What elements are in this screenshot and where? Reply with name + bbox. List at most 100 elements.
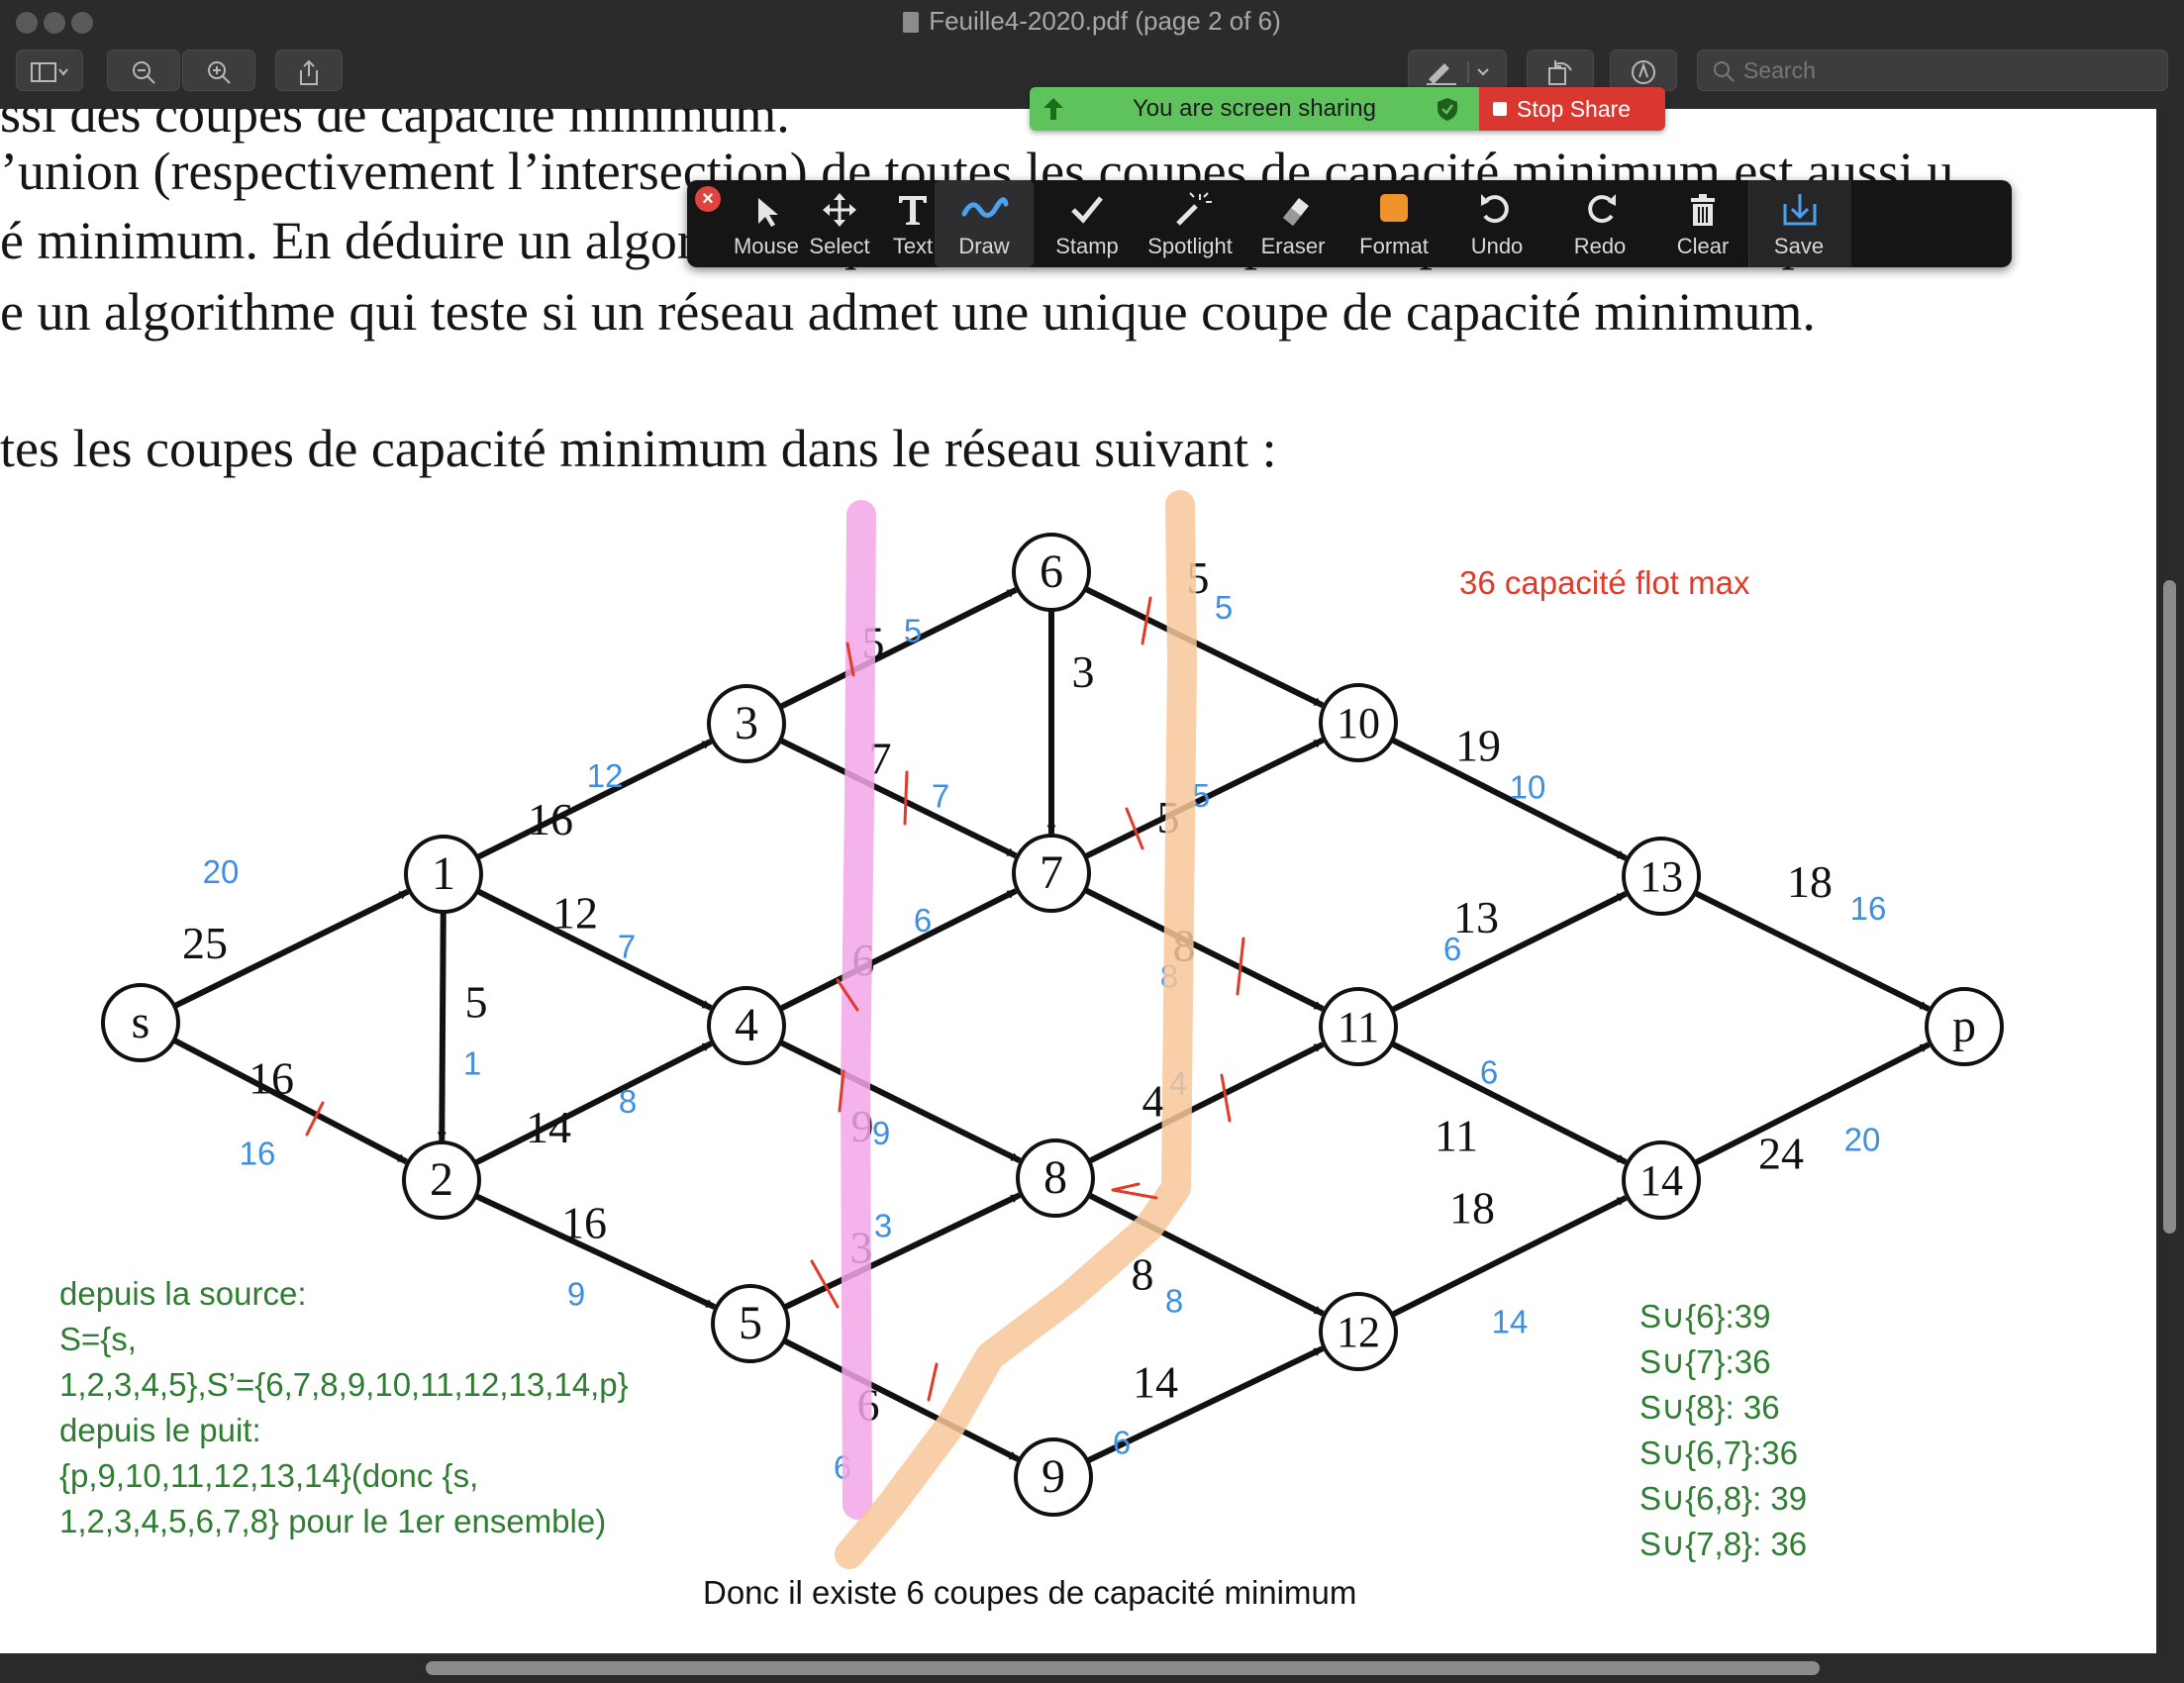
edge-flow-label: 9 xyxy=(872,1115,890,1151)
checkmark-icon xyxy=(1071,196,1103,224)
share-button[interactable] xyxy=(275,50,343,91)
edge-5-8 xyxy=(783,1192,1022,1311)
saturated-edge-mark xyxy=(903,770,909,826)
saturated-edge-mark xyxy=(1111,1188,1158,1200)
tool-format-label: Format xyxy=(1359,234,1429,258)
edge-1-2 xyxy=(437,911,447,1141)
magic-wand-icon xyxy=(1176,192,1212,226)
edge-14-p xyxy=(1693,1041,1931,1166)
stop-share-button[interactable]: Stop Share xyxy=(1479,87,1665,131)
source-note-4: depuis le puit: xyxy=(59,1412,261,1448)
rotate-icon xyxy=(1548,60,1572,86)
edge-capacity-label: 16 xyxy=(528,794,573,844)
close-annotation-button[interactable]: × xyxy=(695,186,721,212)
edge-11-13 xyxy=(1390,891,1628,1013)
edge-13-p xyxy=(1693,890,1931,1012)
tool-stamp[interactable]: Stamp xyxy=(1038,180,1137,267)
edge-capacity-label: 12 xyxy=(552,888,598,939)
zoom-out-icon xyxy=(133,61,155,84)
saturated-edge-mark xyxy=(1111,1182,1141,1192)
source-note-1: depuis la source: xyxy=(59,1275,307,1312)
edge-flow-label: 14 xyxy=(1492,1304,1529,1340)
horizontal-scroll-thumb[interactable] xyxy=(426,1661,1820,1675)
node-label: 1 xyxy=(432,847,455,900)
edge-flow-label: 3 xyxy=(874,1208,892,1244)
annotation-toolbar: Mouse Select Text Draw Stamp Spotlight E… xyxy=(687,180,2012,267)
edge-flow-label: 6 xyxy=(1443,931,1461,967)
node-label: 12 xyxy=(1337,1308,1380,1356)
tool-clear[interactable]: Clear xyxy=(1653,180,1752,267)
edge-flow-label: 10 xyxy=(1510,769,1546,806)
sidebar-toggle-button[interactable] xyxy=(16,50,83,91)
rotate-button[interactable] xyxy=(1527,50,1594,91)
zoom-in-icon xyxy=(208,61,231,84)
edge-flow-label: 8 xyxy=(1165,1283,1183,1320)
node-label: 7 xyxy=(1040,846,1063,899)
edge-flow-label: 6 xyxy=(1480,1054,1498,1091)
redo-icon xyxy=(1588,194,1616,224)
source-note-5: {p,9,10,11,12,13,14}(donc {s, xyxy=(59,1457,479,1494)
tool-redo-label: Redo xyxy=(1573,234,1627,258)
edge-capacity-label: 14 xyxy=(1133,1357,1178,1408)
edge-flow-label: 20 xyxy=(1844,1122,1881,1158)
source-note-3: 1,2,3,4,5},S’={6,7,8,9,10,11,12,13,14,p} xyxy=(59,1366,629,1403)
cut-line-4: S∪{6,7}:36 xyxy=(1639,1435,1798,1471)
edge-4-7 xyxy=(778,888,1018,1012)
tool-spotlight[interactable]: Spotlight xyxy=(1141,180,1240,267)
undo-icon xyxy=(1481,194,1509,224)
node-label: 10 xyxy=(1337,699,1380,747)
markup-button[interactable] xyxy=(1408,50,1507,91)
edge-3-6 xyxy=(778,587,1018,710)
squiggle-icon xyxy=(961,197,1009,218)
tool-format[interactable]: Format xyxy=(1344,180,1443,267)
edge-flow-label: 9 xyxy=(567,1276,585,1313)
edge-capacity-label: 24 xyxy=(1758,1129,1804,1179)
edge-flow-label: 5 xyxy=(1215,589,1233,626)
source-note-2: S={s, xyxy=(59,1321,137,1357)
tool-undo[interactable]: Undo xyxy=(1447,180,1546,267)
edge-capacity-label: 16 xyxy=(561,1198,607,1248)
edge-capacity-label: 4 xyxy=(1142,1076,1165,1127)
zoom-in-button[interactable] xyxy=(182,50,255,91)
annotate-button[interactable] xyxy=(1610,50,1677,91)
share-icon xyxy=(300,59,318,86)
vertical-scrollbar[interactable] xyxy=(2156,109,2184,1653)
node-label: 4 xyxy=(735,999,758,1051)
tool-draw[interactable]: Draw xyxy=(935,180,1034,267)
edge-4-8 xyxy=(778,1040,1022,1163)
tool-redo[interactable]: Redo xyxy=(1550,180,1649,267)
save-download-icon xyxy=(1783,194,1817,226)
pdf-page: ssi des coupes de capacité minimum. ’uni… xyxy=(0,109,2156,1653)
tool-spotlight-label: Spotlight xyxy=(1147,234,1233,258)
node-label: 5 xyxy=(739,1297,762,1349)
edge-flow-label: 12 xyxy=(587,757,624,794)
cut-line-5: S∪{6,8}: 39 xyxy=(1639,1480,1808,1517)
vertical-scroll-thumb[interactable] xyxy=(2163,580,2176,1234)
screen-share-indicator: You are screen sharing Stop Share xyxy=(1030,87,1665,131)
edge-capacity-label: 16 xyxy=(248,1053,294,1104)
edge-12-14 xyxy=(1390,1195,1628,1318)
source-note-6: 1,2,3,4,5,6,7,8} pour le 1er ensemble) xyxy=(59,1503,607,1539)
edge-flow-label: 16 xyxy=(240,1136,276,1172)
edge-7-11 xyxy=(1083,887,1325,1012)
stop-square-icon xyxy=(1493,102,1507,116)
edge-flow-label: 7 xyxy=(618,929,636,965)
search-placeholder: Search xyxy=(1743,57,1816,83)
tool-eraser[interactable]: Eraser xyxy=(1243,180,1342,267)
window-title: Feuille4-2020.pdf (page 2 of 6) xyxy=(0,6,2184,37)
saturated-edge-mark xyxy=(1220,1073,1232,1123)
pen-icon xyxy=(1427,61,1489,86)
cut-line-1: S∪{6}:39 xyxy=(1639,1298,1771,1335)
pdf-document-icon xyxy=(903,12,920,33)
node-label: 2 xyxy=(430,1153,453,1206)
shield-icon xyxy=(1438,98,1457,121)
search-field[interactable]: Search xyxy=(1697,50,2168,91)
tool-save[interactable]: Save xyxy=(1748,180,1851,267)
cut-line-6: S∪{7,8}: 36 xyxy=(1639,1526,1808,1562)
zoom-out-button[interactable] xyxy=(107,50,180,91)
horizontal-scrollbar[interactable] xyxy=(0,1653,2184,1683)
tool-clear-label: Clear xyxy=(1676,234,1730,258)
node-label: 9 xyxy=(1042,1450,1065,1503)
sharing-status-text: You are screen sharing xyxy=(1133,95,1376,122)
edge-2-4 xyxy=(473,1040,713,1166)
